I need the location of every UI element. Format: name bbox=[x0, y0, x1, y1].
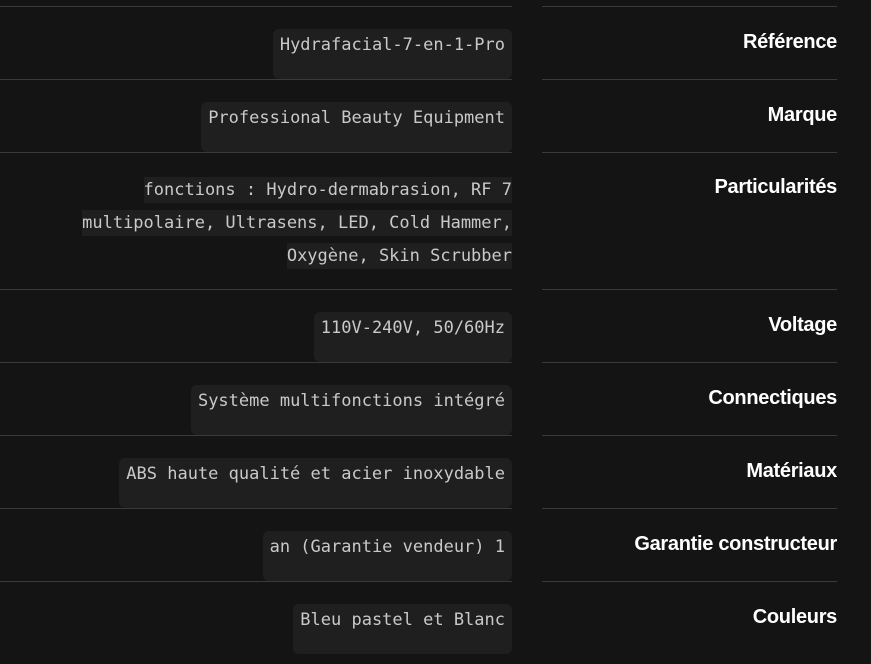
spec-row-voltage: 110V-240V, 50/60Hz Voltage bbox=[0, 289, 871, 362]
spec-label-cell: Particularités bbox=[542, 152, 837, 289]
spec-label-marque: Marque bbox=[768, 102, 837, 152]
spec-label-particularites: Particularités bbox=[714, 174, 837, 289]
spec-value-reference: Hydrafacial-7-en-1-Pro bbox=[273, 29, 512, 79]
spec-value-cell: ABS haute qualité et acier inoxydable bbox=[0, 435, 512, 508]
spec-value-cell: Hydrafacial-7-en-1-Pro bbox=[0, 6, 512, 79]
spec-label-cell: Voltage bbox=[542, 289, 837, 362]
spec-label-cell: Couleurs bbox=[542, 581, 837, 654]
spec-value-voltage: 110V-240V, 50/60Hz bbox=[314, 312, 512, 362]
spec-value-connectiques: Système multifonctions intégré bbox=[191, 385, 512, 435]
spec-label-cell: Garantie constructeur bbox=[542, 508, 837, 581]
spec-value-cell: Professional Beauty Equipment bbox=[0, 79, 512, 152]
spec-value-cell: fonctions : Hydro-dermabrasion, RF 7 mul… bbox=[0, 152, 512, 289]
spec-value-cell: Bleu pastel et Blanc bbox=[0, 581, 512, 654]
spec-row-particularites: fonctions : Hydro-dermabrasion, RF 7 mul… bbox=[0, 152, 871, 289]
spec-row-reference: Hydrafacial-7-en-1-Pro Référence bbox=[0, 6, 871, 79]
spec-value-cell: an (Garantie vendeur) 1 bbox=[0, 508, 512, 581]
spec-label-connectiques: Connectiques bbox=[708, 385, 837, 435]
spec-value-garantie: an (Garantie vendeur) 1 bbox=[263, 531, 512, 581]
spec-row-couleurs: Bleu pastel et Blanc Couleurs bbox=[0, 581, 871, 654]
spec-value-cell: 110V-240V, 50/60Hz bbox=[0, 289, 512, 362]
spec-label-garantie: Garantie constructeur bbox=[634, 531, 837, 581]
spec-label-couleurs: Couleurs bbox=[753, 604, 837, 654]
spec-table: Hydrafacial-7-en-1-Pro Référence Profess… bbox=[0, 6, 871, 664]
spec-row-materiaux: ABS haute qualité et acier inoxydable Ma… bbox=[0, 435, 871, 508]
spec-value-marque: Professional Beauty Equipment bbox=[201, 102, 512, 152]
spec-label-cell: Matériaux bbox=[542, 435, 837, 508]
spec-label-voltage: Voltage bbox=[768, 312, 837, 362]
spec-label-cell: Connectiques bbox=[542, 362, 837, 435]
spec-value-couleurs: Bleu pastel et Blanc bbox=[293, 604, 512, 654]
spec-row-connectiques: Système multifonctions intégré Connectiq… bbox=[0, 362, 871, 435]
spec-label-cell: Marque bbox=[542, 79, 837, 152]
spec-row-marque: Professional Beauty Equipment Marque bbox=[0, 79, 871, 152]
spec-row-garantie: an (Garantie vendeur) 1 Garantie constru… bbox=[0, 508, 871, 581]
spec-value-cell: Système multifonctions intégré bbox=[0, 362, 512, 435]
spec-label-cell: Référence bbox=[542, 6, 837, 79]
spec-label-materiaux: Matériaux bbox=[746, 458, 837, 508]
spec-value-materiaux: ABS haute qualité et acier inoxydable bbox=[119, 458, 512, 508]
spec-label-reference: Référence bbox=[743, 29, 837, 79]
spec-value-particularites: fonctions : Hydro-dermabrasion, RF 7 mul… bbox=[37, 174, 512, 289]
